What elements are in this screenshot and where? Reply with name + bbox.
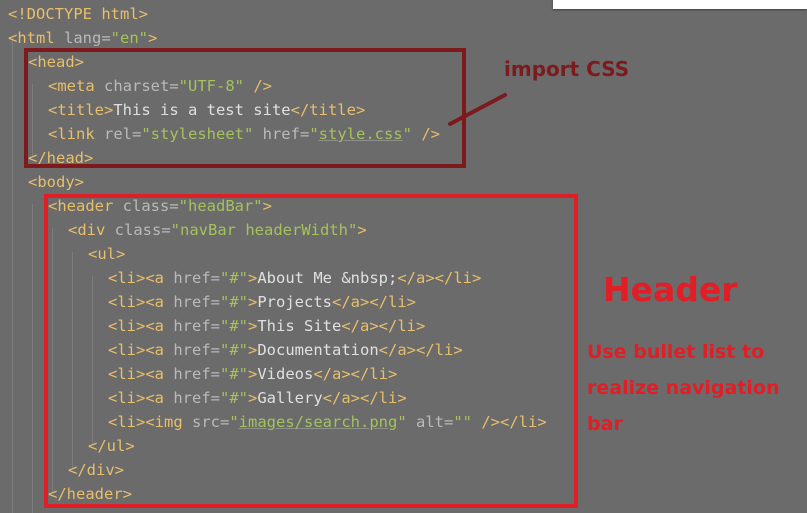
head-highlight-box [24,48,466,168]
code-token: lang= [64,29,111,47]
code-line: <html lang="en"> [8,26,157,50]
import-css-annotation: import CSS [504,57,630,81]
code-token: <html [8,29,64,47]
code-token: > [148,29,158,47]
navigation-description-annotation: Use bullet list to realize navigation ba… [587,341,780,435]
top-right-panel [553,0,807,9]
code-line: <body> [28,170,84,194]
code-editor[interactable]: <!DOCTYPE html> <html lang="en"> <head> <me… [0,0,807,513]
header-annotation: Header [603,270,738,309]
header-highlight-box [44,194,578,508]
code-token: "en" [110,29,148,47]
code-token: <body> [28,173,84,191]
code-line: <!DOCTYPE html> [8,2,148,26]
indent-guide [12,36,13,513]
code-token: <!DOCTYPE html> [8,5,148,23]
indent-guide [32,204,33,513]
